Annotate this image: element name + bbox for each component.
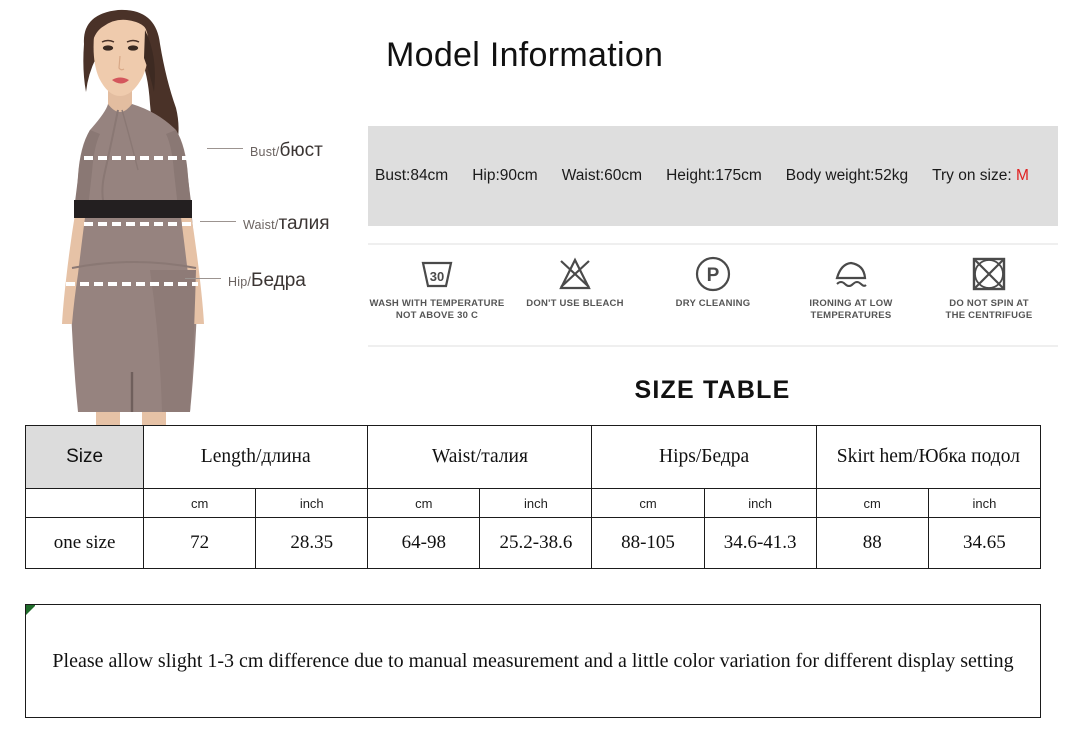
divider-above-care-icons xyxy=(368,243,1058,245)
unit-cell-hips-inch: inch xyxy=(703,488,817,518)
care-caption-iron-line2: TEMPERATURES xyxy=(810,310,892,321)
care-caption-iron-line1: IRONING AT LOW xyxy=(809,298,893,309)
table-header-length: Length/длина xyxy=(143,425,369,489)
svg-text:30: 30 xyxy=(430,269,444,284)
try-on-size-value: M xyxy=(1015,167,1029,184)
stat-waist: Waist:60cm xyxy=(561,167,643,184)
unit-cell-length-inch: inch xyxy=(255,488,369,518)
care-caption-iron: IRONING AT LOW TEMPERATURES xyxy=(782,298,920,322)
footer-note-box: Please allow slight 1-3 cm difference du… xyxy=(25,604,1041,718)
size-table-title: SIZE TABLE xyxy=(634,376,791,404)
unit-cell-blank xyxy=(24,488,145,518)
measurement-label-hip: Hip/Бедра xyxy=(185,270,306,292)
table-header-skirt-hem: Skirt hem/Юбка подол xyxy=(815,425,1042,489)
size-table: Size Length/длина Waist/талия Hips/Бедра… xyxy=(24,425,1042,569)
no-tumble-spin-icon xyxy=(920,252,1058,296)
measurement-label-hip-ru: Бедра xyxy=(251,270,306,291)
care-instructions-row: 30 WASH WITH TEMPERATURE NOT ABOVE 30 C … xyxy=(368,252,1058,342)
table-header-size: Size xyxy=(24,425,145,489)
stat-height: Height:175cm xyxy=(666,167,762,184)
table-unit-row: cm inch cm inch cm inch cm inch xyxy=(24,488,1042,518)
size-table-wrap: Size Length/длина Waist/талия Hips/Бедра… xyxy=(24,425,1042,569)
measurement-label-bust: Bust/бюст xyxy=(207,140,323,162)
care-item-no-spin: DO NOT SPIN AT THE CENTRIFUGE xyxy=(920,252,1058,322)
care-item-wash: 30 WASH WITH TEMPERATURE NOT ABOVE 30 C xyxy=(368,252,506,322)
cell-hips-inch: 34.6-41.3 xyxy=(703,517,817,569)
measurement-label-waist: Waist/талия xyxy=(200,213,330,235)
leader-line-bust xyxy=(207,148,243,150)
measurement-label-hip-en: Hip/ xyxy=(228,275,252,289)
model-stats-panel: Bust:84cm Hip:90cm Waist:60cm Height:175… xyxy=(368,126,1058,226)
care-caption-bleach-line1: DON'T USE BLEACH xyxy=(526,298,624,309)
cell-size-name: one size xyxy=(24,517,145,569)
cell-length-inch: 28.35 xyxy=(255,517,369,569)
unit-cell-waist-inch: inch xyxy=(479,488,593,518)
cell-waist-cm: 64-98 xyxy=(367,517,481,569)
table-row: one size 72 28.35 64-98 25.2-38.6 88-105… xyxy=(24,517,1042,569)
cell-length-cm: 72 xyxy=(143,517,257,569)
table-header-row: Size Length/длина Waist/талия Hips/Бедра… xyxy=(24,425,1042,489)
cell-waist-inch: 25.2-38.6 xyxy=(479,517,593,569)
table-header-waist: Waist/талия xyxy=(367,425,593,489)
unit-cell-skirt-inch: inch xyxy=(927,488,1042,518)
measurement-label-waist-en: Waist/ xyxy=(243,218,279,232)
care-caption-dry-clean: DRY CLEANING xyxy=(644,298,782,310)
model-stats-row: Bust:84cm Hip:90cm Waist:60cm Height:175… xyxy=(368,126,1058,226)
leader-line-waist xyxy=(200,221,236,223)
model-photo: Bust/бюст Waist/талия Hip/Бедра xyxy=(0,0,360,425)
measurement-label-bust-ru: бюст xyxy=(279,140,323,161)
try-on-size-label: Try on size: xyxy=(932,167,1016,184)
unit-cell-skirt-cm: cm xyxy=(815,488,929,518)
stat-try-on-size: Try on size: M xyxy=(932,167,1029,185)
measurement-label-bust-en: Bust/ xyxy=(250,145,280,159)
stat-hip: Hip:90cm xyxy=(472,167,538,184)
care-caption-bleach: DON'T USE BLEACH xyxy=(506,298,644,310)
care-caption-no-spin-line2: THE CENTRIFUGE xyxy=(945,310,1033,321)
stat-bust: Bust:84cm xyxy=(375,167,449,184)
table-header-hips: Hips/Бедра xyxy=(591,425,817,489)
iron-low-temp-icon xyxy=(782,252,920,296)
care-caption-no-spin-line1: DO NOT SPIN AT xyxy=(949,298,1029,309)
dry-clean-p-circle-icon: P xyxy=(644,252,782,296)
care-caption-wash-line2: NOT ABOVE 30 C xyxy=(395,310,479,321)
wash-tub-30-icon: 30 xyxy=(368,252,506,296)
care-caption-dry-clean-line1: DRY CLEANING xyxy=(675,298,751,309)
care-caption-wash-line1: WASH WITH TEMPERATURE xyxy=(369,298,505,309)
cell-skirt-hem-inch: 34.65 xyxy=(927,517,1042,569)
measurement-label-waist-ru: талия xyxy=(278,213,330,234)
no-bleach-triangle-icon xyxy=(506,252,644,296)
divider-below-care-icons xyxy=(368,345,1058,347)
cell-hips-cm: 88-105 xyxy=(591,517,705,569)
care-caption-no-spin: DO NOT SPIN AT THE CENTRIFUGE xyxy=(920,298,1058,322)
unit-cell-hips-cm: cm xyxy=(591,488,705,518)
footer-accent-mark xyxy=(26,605,35,616)
cell-skirt-hem-cm: 88 xyxy=(815,517,929,569)
stat-body-weight: Body weight:52kg xyxy=(785,167,909,184)
svg-text:P: P xyxy=(707,265,720,286)
footer-note-text: Please allow slight 1-3 cm difference du… xyxy=(52,650,1014,672)
care-item-iron: IRONING AT LOW TEMPERATURES xyxy=(782,252,920,322)
care-item-dry-clean: P DRY CLEANING xyxy=(644,252,782,310)
care-item-bleach: DON'T USE BLEACH xyxy=(506,252,644,310)
leader-line-hip xyxy=(185,278,221,280)
unit-cell-waist-cm: cm xyxy=(367,488,481,518)
unit-cell-length-cm: cm xyxy=(143,488,257,518)
page-title: Model Information xyxy=(386,36,664,74)
care-caption-wash: WASH WITH TEMPERATURE NOT ABOVE 30 C xyxy=(368,298,506,322)
